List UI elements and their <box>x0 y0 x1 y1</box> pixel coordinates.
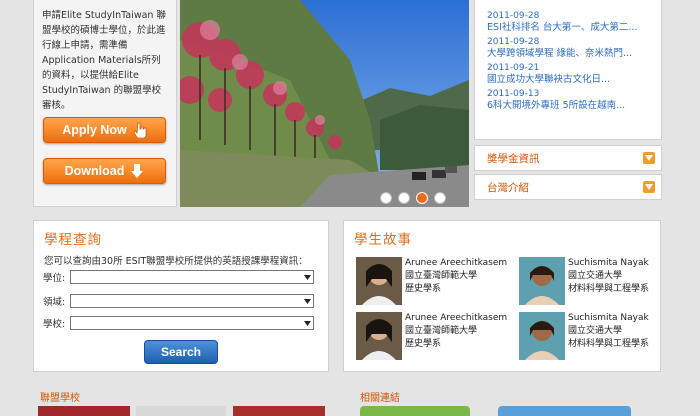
school-label: 學校: <box>43 319 66 330</box>
hand-pointer-icon <box>133 122 147 138</box>
taiwan-intro-label: 台灣介紹 <box>487 181 529 194</box>
chevron-down-icon <box>301 271 313 283</box>
degree-label: 學位: <box>43 273 66 284</box>
link-logo[interactable] <box>498 406 631 416</box>
hero-image <box>180 0 469 207</box>
degree-select[interactable] <box>70 270 314 284</box>
field-row: 領域: <box>43 294 314 308</box>
slide-dot[interactable] <box>398 192 410 204</box>
school-select[interactable] <box>70 316 314 330</box>
slide-indicators <box>380 192 446 204</box>
download-label: Download <box>64 164 125 178</box>
search-button[interactable]: Search <box>144 340 218 364</box>
intro-panel: 申請Elite StudyInTaiwan 聯盟學校的碩博士學位，於此進行線上申… <box>33 0 177 207</box>
link-logo[interactable] <box>360 406 470 416</box>
program-search-title: 學程查詢 <box>44 232 102 248</box>
story-item[interactable]: Arunee Areechitkasem 國立臺灣師範大學 歷史學系 <box>356 257 507 305</box>
news-item[interactable]: 2011-09-28 ESI社科排名 台大第一、成大第二... <box>487 11 661 34</box>
avatar[interactable] <box>519 312 565 360</box>
chevron-down-icon <box>301 295 313 307</box>
story-dept: 材料科學與工程學系 <box>568 339 650 349</box>
story-name: Arunee Areechitkasem <box>405 258 508 268</box>
story-dept: 材料科學與工程學系 <box>568 284 650 294</box>
taiwan-intro-accordion[interactable]: 台灣介紹 <box>474 174 662 200</box>
news-item[interactable]: 2011-09-13 6科大開境外專班 5所設在越南... <box>487 89 661 112</box>
story-school: 國立臺灣師範大學 <box>405 326 478 336</box>
hero-slideshow[interactable] <box>180 0 469 207</box>
partner-logo[interactable] <box>136 406 226 416</box>
partner-logo[interactable] <box>233 406 325 416</box>
student-stories-panel: 學生故事 Arunee Areechitkasem 國立臺灣師範大學 歷史學系 … <box>343 220 661 372</box>
story-school: 國立交通大學 <box>568 271 623 281</box>
partner-logo[interactable] <box>38 406 130 416</box>
school-row: 學校: <box>43 316 314 330</box>
apply-now-button[interactable]: Apply Now <box>43 117 166 143</box>
story-dept: 歷史學系 <box>405 284 442 294</box>
story-item[interactable]: Arunee Areechitkasem 國立臺灣師範大學 歷史學系 <box>356 312 507 360</box>
chevron-down-icon[interactable] <box>643 181 655 193</box>
avatar[interactable] <box>519 257 565 305</box>
field-select[interactable] <box>70 294 314 308</box>
slide-dot[interactable] <box>380 192 392 204</box>
chevron-down-icon <box>301 317 313 329</box>
apply-now-label: Apply Now <box>62 123 127 137</box>
story-name: Arunee Areechitkasem <box>405 313 508 323</box>
scholarship-label: 獎學金資訊 <box>487 152 540 165</box>
related-links-title: 相關連結 <box>360 393 400 404</box>
program-search-desc: 您可以查詢由30所 ESIT聯盟學校所提供的英語授課學程資訊： <box>44 256 308 267</box>
field-label: 領域: <box>43 297 66 308</box>
slide-dot-active[interactable] <box>416 192 428 204</box>
news-item[interactable]: 2011-09-28 大學跨領域學程 綠能、奈米熱門... <box>487 37 661 60</box>
arrow-down-icon <box>131 164 144 178</box>
scholarship-accordion[interactable]: 獎學金資訊 <box>474 145 662 171</box>
story-name: Suchismita Nayak <box>568 313 649 323</box>
chevron-down-icon[interactable] <box>643 152 655 164</box>
download-button[interactable]: Download <box>43 158 166 184</box>
story-school: 國立臺灣師範大學 <box>405 271 478 281</box>
avatar[interactable] <box>356 312 402 360</box>
story-item[interactable]: Suchismita Nayak 國立交通大學 材料科學與工程學系 <box>519 257 649 305</box>
story-item[interactable]: Suchismita Nayak 國立交通大學 材料科學與工程學系 <box>519 312 649 360</box>
news-item[interactable]: 2011-09-21 國立成功大學聯袂古文化日... <box>487 63 661 86</box>
partner-schools-title: 聯盟學校 <box>40 393 80 404</box>
story-dept: 歷史學系 <box>405 339 442 349</box>
student-stories-title: 學生故事 <box>354 232 412 248</box>
avatar[interactable] <box>356 257 402 305</box>
degree-row: 學位: <box>43 270 314 284</box>
intro-text: 申請Elite StudyInTaiwan 聯盟學校的碩博士學位，於此進行線上申… <box>42 10 166 111</box>
news-panel: 2011-09-28 ESI社科排名 台大第一、成大第二... 2011-09-… <box>474 0 662 140</box>
news-list: 2011-09-28 ESI社科排名 台大第一、成大第二... 2011-09-… <box>475 0 661 112</box>
story-name: Suchismita Nayak <box>568 258 649 268</box>
slide-dot[interactable] <box>434 192 446 204</box>
story-school: 國立交通大學 <box>568 326 623 336</box>
